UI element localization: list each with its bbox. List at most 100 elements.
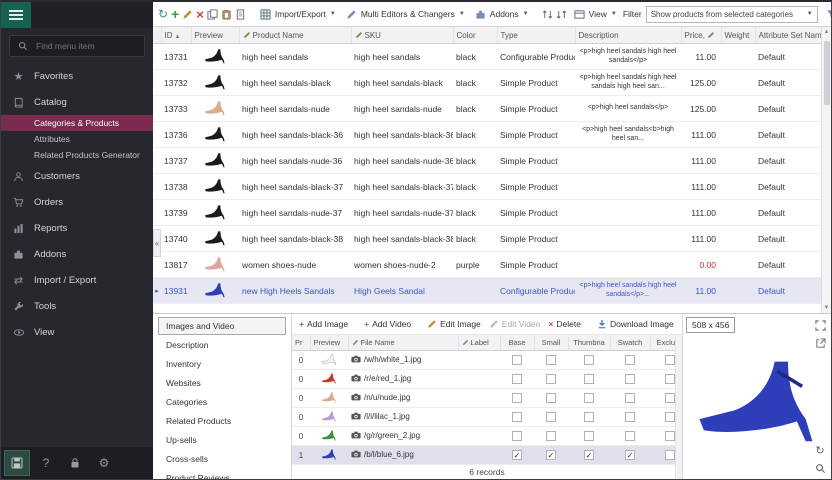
base-checkbox[interactable] [512,431,522,441]
tab-images-and-video[interactable]: Images and Video [158,317,286,335]
base-checkbox[interactable] [512,393,522,403]
exclude-checkbox[interactable] [665,431,675,441]
tab-inventory[interactable]: Inventory [158,355,286,373]
rotate-icon[interactable]: ↻ [813,443,827,457]
import-export-menu[interactable]: Import/Export ▼ [256,7,339,22]
col-thumbnail[interactable]: Thumbna [568,335,610,351]
exclude-checkbox[interactable] [665,355,675,365]
gear-icon[interactable]: ⚙ [91,450,117,476]
sidebar-item-attributes[interactable]: Attributes [1,131,153,147]
sidebar-item-categories-products[interactable]: Categories & Products [1,115,153,131]
sidebar-item-reports[interactable]: Reports [1,215,153,241]
menu-search-input[interactable] [34,40,138,52]
sidebar-item-catalog[interactable]: Catalog [1,89,153,115]
save-button[interactable] [4,450,30,476]
tab-categories[interactable]: Categories [158,393,286,411]
col-file-name[interactable]: File Name [348,335,458,351]
thumb-checkbox[interactable] [584,374,594,384]
tab-cross-sells[interactable]: Cross-sells [158,450,286,468]
col-description[interactable]: Description [575,27,681,44]
open-external-icon[interactable] [813,336,827,350]
product-row[interactable]: 13736high heel sandals-black-36high heel… [153,122,823,148]
thumb-checkbox[interactable] [584,355,594,365]
paste-icon[interactable] [221,8,232,21]
image-row[interactable]: 0/l/i/lilac_1.jpg [292,408,683,427]
base-checkbox[interactable] [512,374,522,384]
sidebar-item-orders[interactable]: Orders [1,189,153,215]
product-row[interactable]: ▸13931new High Heels SandalsHigh Geels S… [153,278,823,304]
exclude-checkbox[interactable] [665,393,675,403]
document-icon[interactable] [235,8,246,21]
collapse-panel-button[interactable]: « [153,229,161,257]
product-row[interactable]: 13817women shoes-nudewomen shoes-nude-2p… [153,252,823,278]
exclude-checkbox[interactable] [665,412,675,422]
thumb-checkbox[interactable] [584,431,594,441]
col-small[interactable]: Small [534,335,568,351]
small-checkbox[interactable] [546,431,556,441]
scroll-up-icon[interactable]: ▲ [824,29,830,35]
thumb-checkbox[interactable]: ✓ [584,450,594,460]
filters-button[interactable]: Filters ▼ [822,7,831,22]
col-swatch[interactable]: Swatch [610,335,650,351]
add-image-button[interactable]: + Add Image [297,318,350,330]
product-row[interactable]: 13740high heel sandals-black-38high heel… [153,226,823,252]
base-checkbox[interactable]: ✓ [512,450,522,460]
small-checkbox[interactable]: ✓ [546,450,556,460]
swatch-checkbox[interactable] [625,393,635,403]
copy-icon[interactable] [207,8,218,21]
addons-menu[interactable]: Addons ▼ [471,7,532,22]
collapse-rows-icon[interactable] [556,8,567,21]
col-price[interactable]: Price, [681,27,721,44]
edit-product-button[interactable] [182,8,193,21]
product-row[interactable]: 13738high heel sandals-black-37high heel… [153,174,823,200]
edit-video-button[interactable]: Edit Video [487,318,543,330]
col-color[interactable]: Color [453,27,497,44]
sidebar-item-favorites[interactable]: ★ Favorites [1,63,153,89]
swatch-checkbox[interactable] [625,374,635,384]
expand-rows-icon[interactable] [542,8,553,21]
col-sku[interactable]: SKU [351,27,453,44]
small-checkbox[interactable] [546,412,556,422]
vertical-scrollbar[interactable]: ▲ ▼ [821,27,831,313]
sidebar-item-addons[interactable]: Addons [1,241,153,267]
swatch-checkbox[interactable] [625,431,635,441]
product-row[interactable]: 13739high heel sandals-nude-37high heel … [153,200,823,226]
tab-related-products[interactable]: Related Products [158,412,286,430]
sidebar-item-view[interactable]: View [1,319,153,345]
product-row[interactable]: 13733high heel sandals-nudehigh heel san… [153,96,823,122]
zoom-icon[interactable] [813,461,827,475]
images-scrollbar[interactable] [675,335,682,479]
base-checkbox[interactable] [512,412,522,422]
col-id[interactable]: ID▲ [161,27,191,44]
multi-editors-menu[interactable]: Multi Editors & Changers ▼ [342,7,468,22]
image-row[interactable]: 0/r/e/red_1.jpg [292,370,683,389]
sidebar-item-related-products-generator[interactable]: Related Products Generator [1,147,153,163]
thumb-checkbox[interactable] [584,412,594,422]
image-row[interactable]: 0/w/h/white_1.jpg [292,351,683,370]
add-product-button[interactable]: + [171,8,179,21]
col-attribute-set[interactable]: Attribute Set Name [755,27,823,44]
product-row[interactable]: 13737high heel sandals-nude-36high heel … [153,148,823,174]
small-checkbox[interactable] [546,393,556,403]
col-product-name[interactable]: Product Name [239,27,351,44]
col-image-preview[interactable]: Preview [310,335,348,351]
tab-description[interactable]: Description [158,336,286,354]
delete-image-button[interactable]: × Delete [546,318,583,330]
category-filter-select[interactable]: Show products from selected categories ▼ [646,6,818,23]
hamburger-menu-button[interactable] [1,2,31,28]
col-preview[interactable]: Preview [191,27,239,44]
help-button[interactable]: ? [33,450,59,476]
image-row[interactable]: 0/g/r/green_2.jpg [292,427,683,446]
image-row[interactable]: 0/n/u/nude.jpg [292,389,683,408]
col-weight[interactable]: Weight [721,27,755,44]
exclude-checkbox[interactable] [665,374,675,384]
download-image-button[interactable]: Download Image [595,318,676,330]
small-checkbox[interactable] [546,355,556,365]
thumb-checkbox[interactable] [584,393,594,403]
col-base[interactable]: Base [500,335,534,351]
scrollbar-thumb[interactable] [824,41,830,105]
sidebar-item-tools[interactable]: Tools [1,293,153,319]
tab-up-sells[interactable]: Up-sells [158,431,286,449]
col-label[interactable]: Label [458,335,500,351]
fullscreen-icon[interactable] [813,318,827,332]
